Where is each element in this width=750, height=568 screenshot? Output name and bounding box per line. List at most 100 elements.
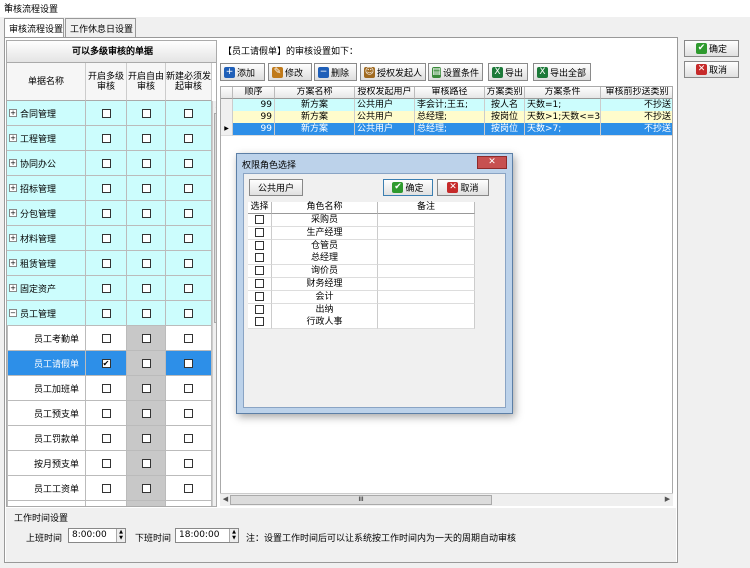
scroll-right-icon[interactable]: ▶: [662, 495, 673, 503]
role-note-cell[interactable]: [378, 252, 475, 266]
document-row[interactable]: 员工请假单 ✔: [7, 351, 216, 376]
option-checkbox[interactable]: ✔: [101, 358, 111, 368]
toolbar-button-1[interactable]: ✎ 修改: [268, 63, 312, 81]
scroll-thumb[interactable]: [214, 113, 216, 323]
option-checkbox[interactable]: [101, 383, 111, 393]
option-checkbox[interactable]: [184, 258, 193, 268]
scroll-thumb-horizontal[interactable]: III: [230, 495, 492, 505]
document-row[interactable]: 员工罚款单: [7, 426, 216, 451]
option-checkbox[interactable]: [141, 208, 151, 218]
grid-horizontal-scrollbar[interactable]: ◀ III ▶: [220, 493, 673, 506]
toolbar-button-0[interactable]: + 添加: [220, 63, 265, 81]
role-name-cell[interactable]: 行政人事: [272, 316, 378, 330]
option-checkbox[interactable]: [184, 108, 193, 118]
role-note-cell[interactable]: [378, 278, 475, 291]
expand-icon[interactable]: +: [9, 184, 17, 192]
document-name-cell[interactable]: 员工预支单: [7, 401, 86, 426]
spin-arrows-icon[interactable]: ▲ ▼: [229, 529, 238, 542]
grid-column-header[interactable]: 方案名称: [275, 87, 355, 99]
option-checkbox[interactable]: [184, 283, 193, 293]
option-checkbox[interactable]: [101, 108, 111, 118]
public-user-button[interactable]: 公共用户: [249, 179, 303, 196]
option-checkbox[interactable]: [101, 258, 111, 268]
grid-cell[interactable]: 不抄送: [601, 123, 672, 136]
document-row[interactable]: + 租赁管理: [7, 251, 216, 276]
document-name-cell[interactable]: + 分包管理: [7, 201, 86, 226]
option-checkbox[interactable]: [101, 158, 111, 168]
option-checkbox[interactable]: [184, 208, 193, 218]
grid-cell[interactable]: 99: [233, 123, 275, 136]
role-checkbox[interactable]: [255, 279, 264, 288]
document-name-cell[interactable]: 员工请假单: [7, 351, 86, 376]
expand-icon[interactable]: +: [9, 209, 17, 217]
spin-arrows-icon[interactable]: ▲ ▼: [116, 529, 125, 542]
expand-icon[interactable]: +: [9, 284, 17, 292]
close-icon[interactable]: ✕: [4, 2, 736, 12]
document-name-cell[interactable]: + 工程管理: [7, 126, 86, 151]
role-name-cell[interactable]: 总经理: [272, 252, 378, 266]
grid-cell[interactable]: 公共用户: [355, 123, 415, 136]
option-checkbox[interactable]: [184, 133, 193, 143]
option-checkbox[interactable]: [101, 233, 111, 243]
document-name-cell[interactable]: + 协同办公: [7, 151, 86, 176]
role-select-cell[interactable]: [248, 278, 272, 291]
option-checkbox[interactable]: [141, 308, 151, 318]
option-checkbox[interactable]: [141, 358, 151, 368]
option-checkbox[interactable]: [101, 458, 111, 468]
role-note-cell[interactable]: [378, 290, 475, 304]
role-select-cell[interactable]: [248, 226, 272, 240]
role-checkbox[interactable]: [255, 266, 264, 276]
role-note-cell[interactable]: [378, 214, 475, 227]
role-select-cell[interactable]: [248, 290, 272, 304]
option-checkbox[interactable]: [101, 133, 111, 143]
option-checkbox[interactable]: [184, 233, 193, 243]
role-name-cell[interactable]: 会计: [272, 290, 378, 304]
dialog-cancel-button[interactable]: ✕ 取消: [437, 179, 489, 196]
document-name-cell[interactable]: 员工派工单: [7, 501, 86, 506]
option-checkbox[interactable]: [141, 108, 151, 118]
option-checkbox[interactable]: [141, 133, 151, 143]
grid-cell[interactable]: 天数>7;: [525, 123, 601, 136]
toolbar-button-5[interactable]: X 导出: [488, 63, 528, 81]
role-name-cell[interactable]: 财务经理: [272, 278, 378, 291]
document-row[interactable]: − 员工管理: [7, 301, 216, 326]
toolbar-button-2[interactable]: − 删除: [314, 63, 357, 81]
option-checkbox[interactable]: [141, 483, 151, 493]
grid-cell[interactable]: 总经理;: [415, 123, 485, 136]
option-checkbox[interactable]: [101, 433, 111, 443]
ok-button[interactable]: ✔ 确定: [684, 40, 739, 57]
option-checkbox[interactable]: [141, 233, 151, 243]
grid-column-header[interactable]: 审核前抄送类别: [601, 87, 672, 99]
document-name-cell[interactable]: + 招标管理: [7, 176, 86, 201]
role-name-cell[interactable]: 采购员: [272, 214, 378, 227]
document-row[interactable]: + 招标管理: [7, 176, 216, 201]
option-checkbox[interactable]: [141, 408, 151, 418]
option-checkbox[interactable]: [101, 283, 111, 293]
role-select-cell[interactable]: [248, 214, 272, 227]
grid-column-header[interactable]: 方案类别: [485, 87, 525, 99]
role-note-cell[interactable]: [378, 265, 475, 279]
option-checkbox[interactable]: [184, 358, 193, 368]
option-checkbox[interactable]: [141, 458, 151, 468]
option-checkbox[interactable]: [184, 183, 193, 193]
document-row[interactable]: + 材料管理: [7, 226, 216, 251]
option-checkbox[interactable]: [141, 433, 151, 443]
role-checkbox[interactable]: [255, 215, 264, 224]
option-checkbox[interactable]: [184, 408, 193, 418]
collapse-icon[interactable]: −: [9, 309, 17, 317]
tab-workday[interactable]: 工作休息日设置: [65, 18, 136, 37]
document-name-cell[interactable]: 员工考勤单: [7, 326, 86, 351]
option-checkbox[interactable]: [141, 183, 151, 193]
role-select-cell[interactable]: [248, 252, 272, 266]
scroll-up-icon[interactable]: ▲: [213, 101, 217, 109]
option-checkbox[interactable]: [141, 333, 151, 343]
document-name-cell[interactable]: 员工罚款单: [7, 426, 86, 451]
toolbar-button-3[interactable]: ☺ 授权发起人: [360, 63, 426, 81]
role-name-cell[interactable]: 询价员: [272, 265, 378, 279]
role-checkbox[interactable]: [255, 291, 264, 301]
option-checkbox[interactable]: [184, 383, 193, 393]
document-name-cell[interactable]: − 员工管理: [7, 301, 86, 326]
option-checkbox[interactable]: [101, 333, 111, 343]
document-name-cell[interactable]: + 固定资产: [7, 276, 86, 301]
document-row[interactable]: + 工程管理: [7, 126, 216, 151]
